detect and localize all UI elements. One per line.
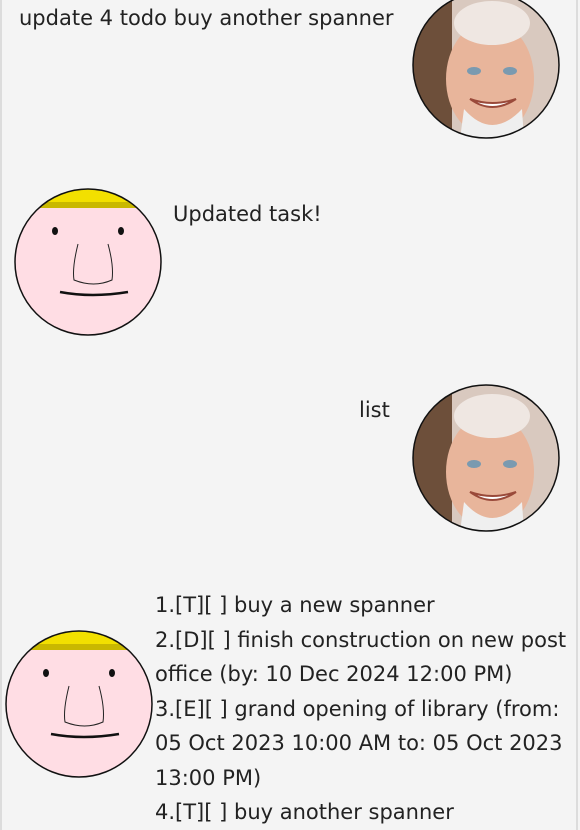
chat-window: update 4 todo buy another spanner Update… bbox=[0, 0, 578, 830]
bot-task-list-message: 1.[T][ ] buy a new spanner 2.[D][ ] fini… bbox=[155, 588, 567, 830]
user-message: list bbox=[359, 398, 390, 422]
task-list-line: 05 Oct 2023 10:00 AM to: 05 Oct 2023 bbox=[155, 731, 563, 755]
task-list-line: office (by: 10 Dec 2024 12:00 PM) bbox=[155, 662, 513, 686]
user-avatar-icon bbox=[412, 0, 560, 139]
task-list-line: 13:00 PM) bbox=[155, 765, 262, 790]
task-list-line: 4.[T][ ] buy another spanner bbox=[155, 800, 454, 824]
bot-avatar-icon bbox=[14, 188, 162, 336]
bot-avatar-icon bbox=[5, 630, 153, 778]
task-list-line: 2.[D][ ] finish construction on new post bbox=[155, 627, 567, 652]
task-list-line: 3.[E][ ] grand opening of library (from: bbox=[155, 696, 560, 721]
bot-message: Updated task! bbox=[173, 202, 322, 226]
user-message: update 4 todo buy another spanner bbox=[19, 6, 394, 30]
user-avatar-icon bbox=[412, 384, 560, 532]
task-list-line: 1.[T][ ] buy a new spanner bbox=[155, 593, 435, 617]
